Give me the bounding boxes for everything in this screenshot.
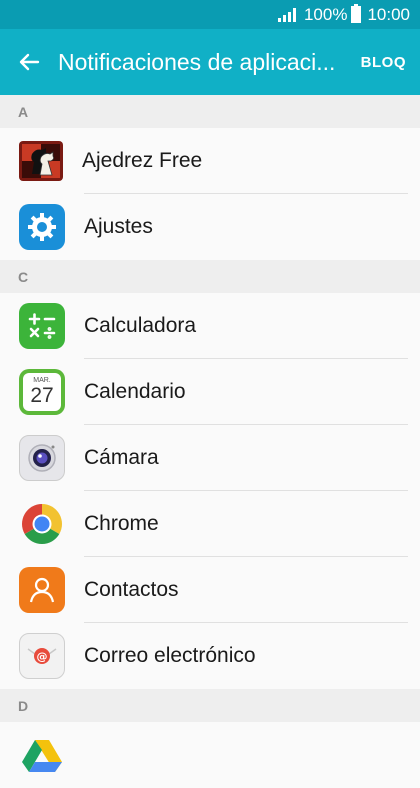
app-label: Cámara — [84, 446, 159, 469]
app-label: Chrome — [84, 512, 159, 535]
clock: 10:00 — [367, 4, 410, 24]
section-header-c: C — [0, 260, 420, 293]
svg-text:@: @ — [37, 650, 48, 663]
app-label: Calculadora — [84, 314, 197, 337]
settings-gear-icon — [19, 204, 65, 250]
block-button[interactable]: BLOQ — [361, 54, 406, 71]
app-label: Contactos — [84, 578, 179, 601]
calendar-day: 27 — [30, 384, 54, 407]
app-item-calculadora[interactable]: Calculadora — [0, 293, 420, 359]
email-icon: @ — [19, 633, 65, 679]
app-bar: Notificaciones de aplicaci... BLOQ — [0, 29, 420, 95]
section-header-d: D — [0, 689, 420, 722]
status-bar: 100% 10:00 — [0, 0, 420, 29]
app-label: Calendario — [84, 380, 186, 403]
app-item-camara[interactable]: Cámara — [0, 425, 420, 491]
app-item-ajustes[interactable]: Ajustes — [0, 194, 420, 260]
chess-icon — [19, 141, 63, 181]
battery-percent: 100% — [303, 4, 348, 24]
app-item-ajedrez-free[interactable]: Ajedrez Free — [0, 128, 420, 194]
app-label: Ajedrez Free — [82, 149, 203, 172]
app-item-drive[interactable] — [0, 722, 420, 788]
drive-icon — [19, 732, 65, 778]
section-header-a: A — [0, 95, 420, 128]
chrome-icon — [19, 501, 65, 547]
app-item-contactos[interactable]: Contactos — [0, 557, 420, 623]
signal-icon — [277, 7, 296, 22]
calculator-icon — [19, 303, 65, 349]
camera-icon — [19, 435, 65, 481]
page-title: Notificaciones de aplicaci... — [58, 48, 336, 75]
contacts-icon — [19, 567, 65, 613]
back-arrow-icon[interactable] — [16, 49, 42, 75]
calendar-icon: MAR. 27 — [19, 369, 65, 415]
app-item-correo-electronico[interactable]: @ Correo electrónico — [0, 623, 420, 689]
app-item-calendario[interactable]: MAR. 27 Calendario — [0, 359, 420, 425]
app-label: Ajustes — [84, 215, 153, 238]
battery-icon — [351, 4, 362, 23]
app-label: Correo electrónico — [84, 644, 256, 667]
app-item-chrome[interactable]: Chrome — [0, 491, 420, 557]
